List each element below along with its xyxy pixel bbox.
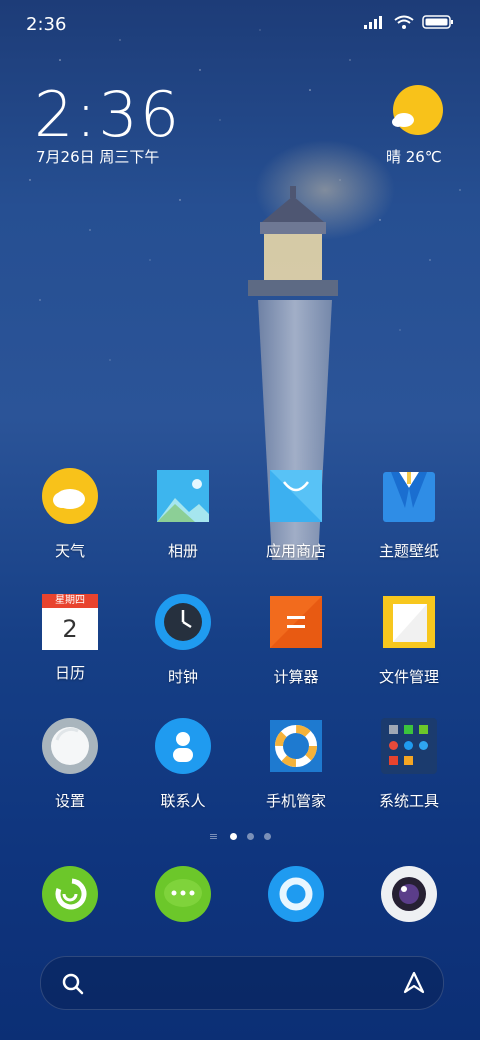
app-weather[interactable]: 天气 [14, 468, 126, 561]
calculator-icon [270, 596, 322, 648]
app-label: 日历 [54, 664, 85, 682]
search-icon[interactable] [61, 972, 85, 996]
page-dot[interactable] [247, 833, 255, 840]
app-label: 联系人 [160, 792, 206, 810]
weather-widget-text: 晴 26℃ [386, 148, 442, 166]
app-label: 天气 [54, 542, 85, 560]
app-store[interactable]: 应用商店 [240, 468, 352, 561]
app-label: 相册 [167, 542, 198, 560]
page-dot[interactable] [230, 833, 238, 840]
settings-icon [42, 718, 98, 774]
app-label: 应用商店 [265, 542, 326, 560]
app-label: 时钟 [167, 668, 198, 686]
page-dot[interactable] [264, 833, 272, 840]
app-file-manager[interactable]: 文件管理 [353, 594, 465, 687]
gallery-icon [157, 470, 209, 522]
clock-widget-date: 7月26日 周三下午 [36, 148, 160, 166]
contacts-icon [155, 718, 211, 774]
app-store-icon [270, 470, 322, 522]
clock-widget-time[interactable]: 2:36 [34, 78, 181, 151]
app-clock[interactable]: 时钟 [127, 594, 239, 687]
sun-cloud-icon[interactable] [390, 84, 444, 138]
calendar-weekday: 星期四 [42, 594, 98, 608]
calendar-icon: 星期四 2 [42, 594, 98, 650]
app-gallery[interactable]: 相册 [127, 468, 239, 561]
file-manager-icon [383, 596, 435, 648]
app-label: 文件管理 [378, 668, 439, 686]
status-time: 2:36 [26, 14, 67, 35]
status-bar: 2:36 [0, 0, 480, 50]
app-label: 系统工具 [378, 792, 439, 810]
app-label: 设置 [54, 792, 85, 810]
themes-icon [383, 472, 435, 522]
camera-icon[interactable] [381, 866, 437, 922]
battery-icon [422, 15, 453, 29]
search-bar[interactable] [40, 956, 444, 1010]
app-system-tools[interactable]: 系统工具 [353, 718, 465, 811]
app-label: 手机管家 [265, 792, 326, 810]
clock-icon [155, 594, 211, 650]
app-security[interactable]: 手机管家 [240, 718, 352, 811]
app-contacts[interactable]: 联系人 [127, 718, 239, 811]
app-settings[interactable]: 设置 [14, 718, 126, 811]
messages-icon[interactable] [155, 866, 211, 922]
browser-icon[interactable] [268, 866, 324, 922]
app-calculator[interactable]: 计算器 [240, 594, 352, 687]
wifi-icon [394, 15, 414, 29]
app-calendar[interactable]: 星期四 2 日历 [14, 594, 126, 683]
assistant-icon[interactable] [401, 970, 427, 996]
signal-icon [364, 16, 382, 29]
phone-icon[interactable] [42, 866, 98, 922]
app-label: 计算器 [273, 668, 319, 686]
app-label: 主题壁纸 [378, 542, 439, 560]
app-themes[interactable]: 主题壁纸 [353, 468, 465, 561]
weather-app-icon [42, 468, 98, 524]
page-indicator[interactable]: ≡ [0, 830, 480, 843]
system-tools-folder-icon [381, 718, 437, 774]
security-icon [270, 720, 322, 772]
calendar-day: 2 [42, 608, 98, 650]
menu-lines-icon[interactable]: ≡ [209, 830, 218, 843]
